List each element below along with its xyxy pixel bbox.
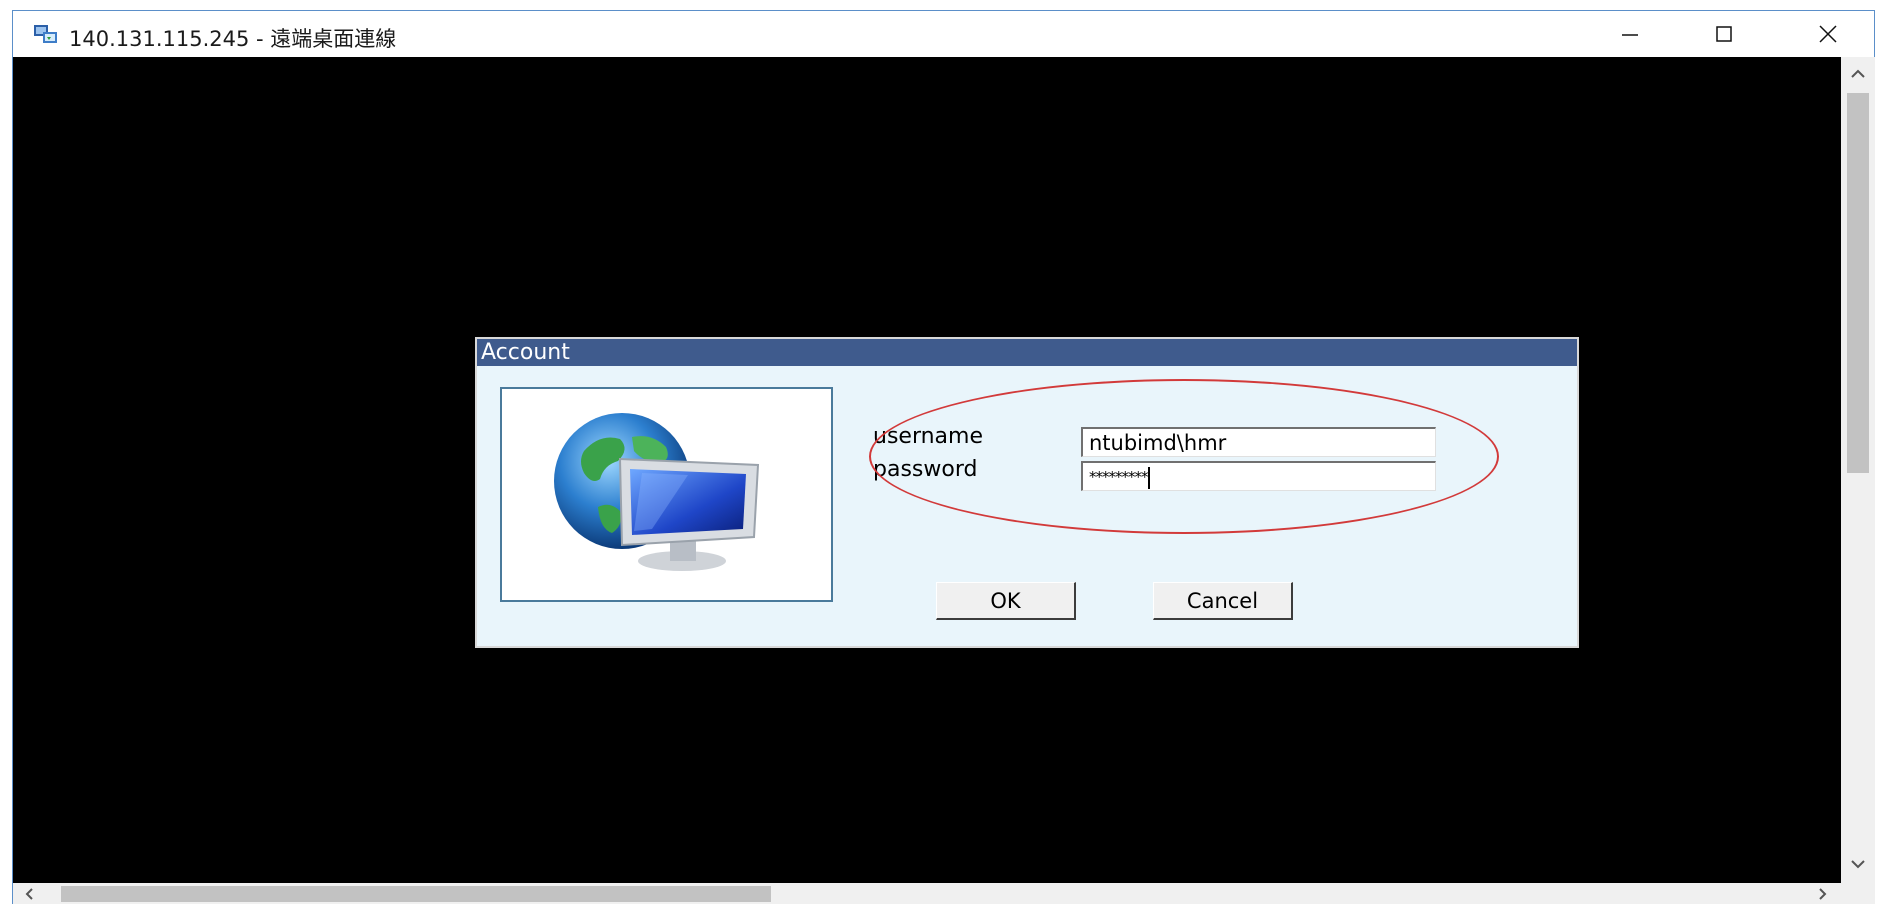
globe-monitor-icon xyxy=(554,413,760,571)
password-field[interactable]: ********* xyxy=(1081,461,1436,491)
username-field[interactable]: ntubimd\hmr xyxy=(1081,427,1436,457)
minimize-icon xyxy=(1622,34,1638,36)
scroll-down-icon[interactable] xyxy=(1847,853,1869,875)
close-button[interactable] xyxy=(1783,11,1873,57)
scroll-right-icon[interactable] xyxy=(1813,885,1831,903)
password-value: ********* xyxy=(1089,468,1148,486)
maximize-button[interactable] xyxy=(1679,11,1769,57)
dialog-title[interactable]: Account xyxy=(477,339,1577,366)
account-image-panel xyxy=(500,387,833,602)
password-label: password xyxy=(873,457,978,482)
scrollbar-corner xyxy=(1841,883,1875,904)
text-caret xyxy=(1147,466,1150,489)
window-title: 140.131.115.245 - 遠端桌面連線 xyxy=(69,27,397,51)
scroll-left-icon[interactable] xyxy=(21,885,39,903)
cancel-button[interactable]: Cancel xyxy=(1153,582,1293,620)
vertical-scroll-thumb[interactable] xyxy=(1847,93,1869,473)
ok-button[interactable]: OK xyxy=(936,582,1076,620)
account-dialog: Account username password ntubimd\hmr **… xyxy=(475,337,1579,648)
remote-desktop-viewport[interactable]: Account username password ntubimd\hmr **… xyxy=(13,57,1841,883)
window-titlebar[interactable]: 140.131.115.245 - 遠端桌面連線 xyxy=(13,11,1874,57)
minimize-button[interactable] xyxy=(1585,11,1675,57)
maximize-icon xyxy=(1716,26,1732,42)
horizontal-scrollbar[interactable] xyxy=(13,883,1841,904)
remote-desktop-window: 140.131.115.245 - 遠端桌面連線 Account usernam… xyxy=(12,10,1875,904)
vertical-scrollbar[interactable] xyxy=(1841,57,1875,883)
horizontal-scroll-thumb[interactable] xyxy=(61,886,771,902)
username-label: username xyxy=(873,424,983,449)
username-value: ntubimd\hmr xyxy=(1089,431,1227,455)
remote-desktop-icon xyxy=(33,23,59,45)
close-icon xyxy=(1819,25,1837,43)
scroll-up-icon[interactable] xyxy=(1847,63,1869,85)
